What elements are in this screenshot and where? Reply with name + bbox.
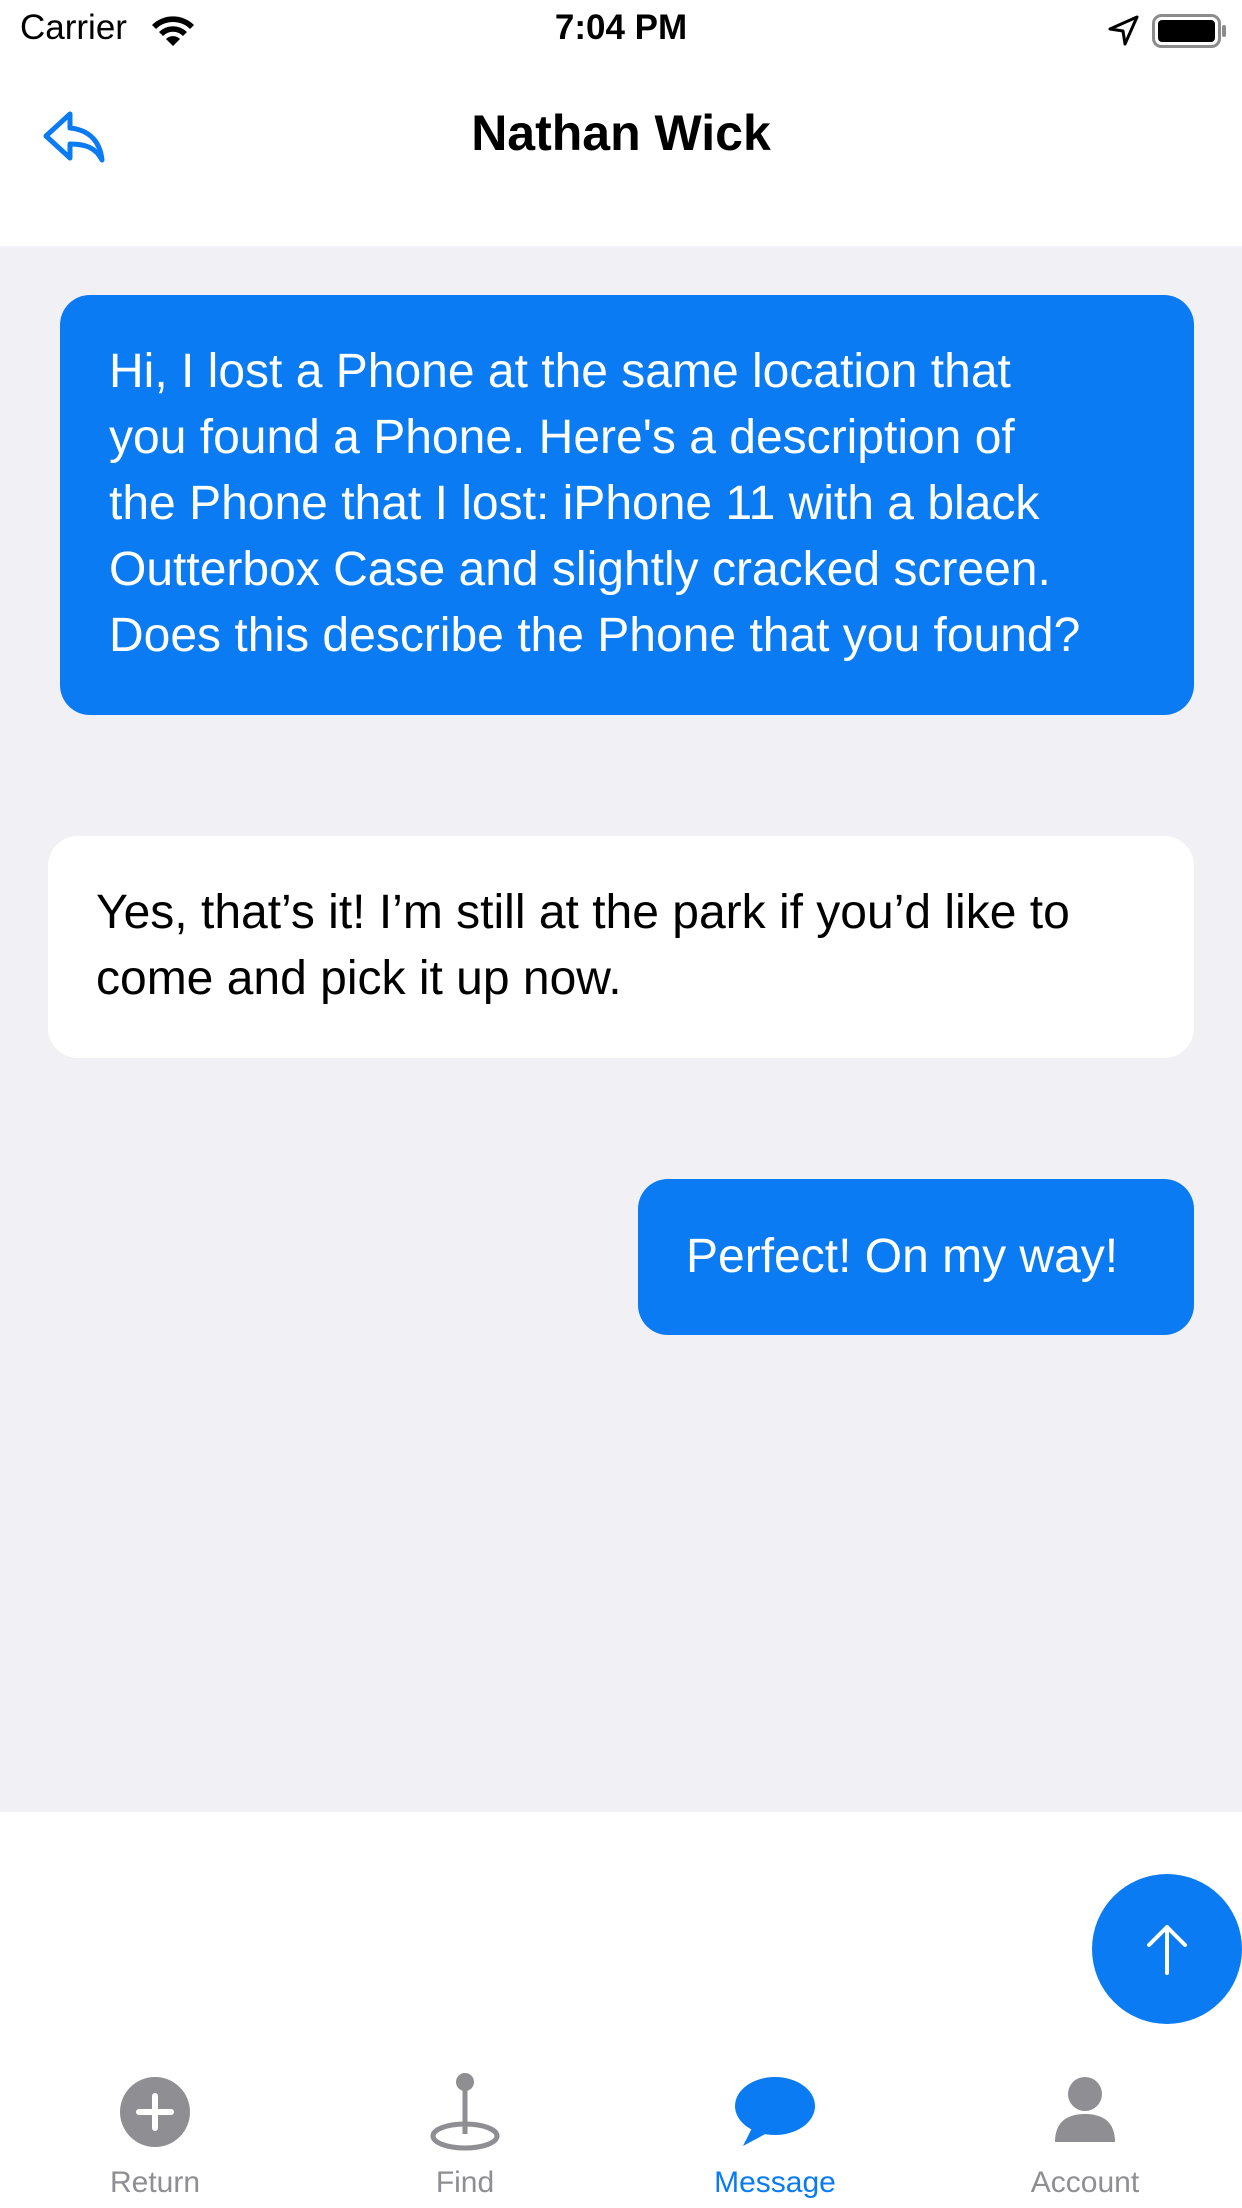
tab-label: Account [1030,2166,1140,2199]
tab-message[interactable]: Message [620,2042,930,2208]
location-arrow-icon [1108,15,1139,46]
tab-find[interactable]: Find [310,2042,620,2208]
message-bubble-outgoing: Hi, I lost a Phone at the same location … [60,295,1194,715]
status-time: 7:04 PM [554,8,688,47]
composer-area [0,1812,1242,2042]
tab-bar: Return Find Message Account [0,2042,1242,2208]
message-line: the Phone that I lost: iPhone 11 with a … [109,477,1040,530]
message-bubble-outgoing: Perfect! On my way! [638,1179,1194,1335]
plus-circle-icon [120,2077,190,2147]
person-icon [1055,2077,1115,2142]
status-bar: Carrier 7:04 PM [0,0,1242,62]
message-line: come and pick it up now. [96,952,622,1005]
message-line: Does this describe the Phone that you fo… [109,609,1081,662]
tab-account[interactable]: Account [930,2042,1240,2208]
message-list[interactable]: Hi, I lost a Phone at the same location … [0,246,1242,1812]
arrow-up-icon [1147,1925,1187,1975]
battery-icon [1152,14,1226,48]
tab-label: Return [109,2166,201,2199]
chat-bubble-icon [735,2077,815,2146]
tab-label: Find [435,2166,495,2199]
message-line: Perfect! On my way! [686,1230,1119,1283]
message-line: Outterbox Case and slightly cracked scre… [109,543,1051,596]
message-bubble-incoming: Yes, that’s it! I’m still at the park if… [48,836,1194,1058]
tab-return[interactable]: Return [0,2042,310,2208]
send-button[interactable] [1092,1874,1242,2024]
message-line: you found a Phone. Here's a description … [109,411,1015,464]
screen: Carrier 7:04 PM Nathan Wick Hi, I lost a… [0,0,1242,2208]
tab-label: Message [714,2166,836,2199]
message-line: Hi, I lost a Phone at the same location … [109,345,1011,398]
conversation-title: Nathan Wick [471,105,771,161]
navigation-bar: Nathan Wick [0,62,1242,246]
message-line: Yes, that’s it! I’m still at the park if… [96,886,1070,939]
map-pin-icon [430,2073,500,2151]
